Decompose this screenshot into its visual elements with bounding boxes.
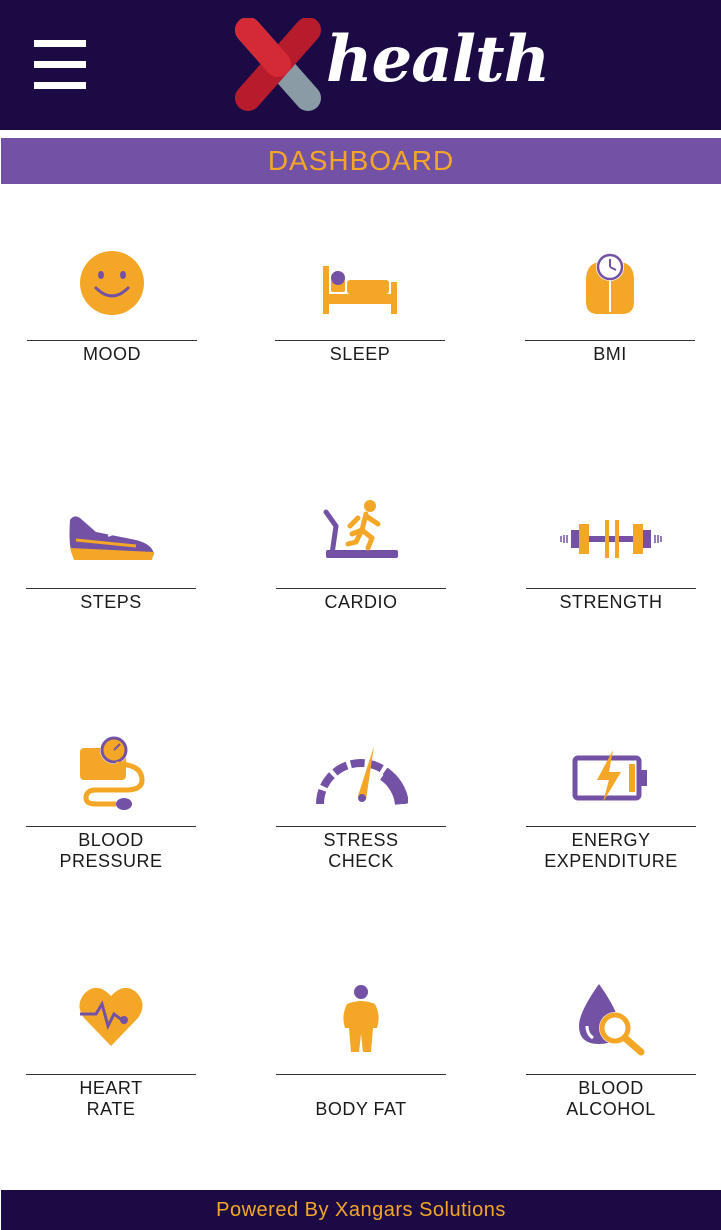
footer-bar: Powered By Xangars Solutions bbox=[1, 1190, 721, 1230]
app-header: health bbox=[0, 0, 721, 130]
tile-label: STEPS bbox=[80, 592, 142, 612]
logo-wordmark: health bbox=[326, 22, 550, 97]
hamburger-menu-icon[interactable] bbox=[34, 40, 86, 90]
tile-label: BODY FAT bbox=[315, 1099, 407, 1119]
sneaker-icon bbox=[69, 516, 154, 560]
tile-label: BLOOD ALCOHOL bbox=[566, 1078, 656, 1119]
battery-bolt-icon bbox=[572, 750, 647, 802]
tile-label: SLEEP bbox=[329, 344, 391, 364]
tile-bmi[interactable]: BMI bbox=[525, 240, 695, 370]
tile-label: MOOD bbox=[83, 344, 141, 364]
app-logo: health bbox=[230, 18, 550, 114]
tile-energy-expenditure[interactable]: ENERGY EXPENDITURE bbox=[526, 726, 696, 876]
bed-icon bbox=[323, 266, 397, 314]
tile-blood-alcohol[interactable]: BLOOD ALCOHOL bbox=[526, 974, 696, 1124]
blood-pressure-cuff-icon bbox=[80, 736, 145, 810]
page-title: DASHBOARD bbox=[267, 145, 455, 176]
body-figure-icon bbox=[343, 985, 379, 1052]
tile-heart-rate[interactable]: HEART RATE bbox=[26, 974, 196, 1124]
tile-label: HEART RATE bbox=[79, 1078, 143, 1119]
treadmill-icon bbox=[323, 500, 398, 558]
tile-blood-pressure[interactable]: BLOOD PRESSURE bbox=[26, 726, 196, 876]
x-cross-logo bbox=[235, 18, 321, 111]
tile-steps[interactable]: STEPS bbox=[26, 488, 196, 618]
footer-credit: Powered By Xangars Solutions bbox=[216, 1198, 506, 1221]
tile-label: ENERGY EXPENDITURE bbox=[544, 830, 678, 871]
dashboard-title-bar: DASHBOARD bbox=[1, 138, 721, 184]
tile-stress-check[interactable]: STRESS CHECK bbox=[276, 726, 446, 876]
tile-label: STRESS CHECK bbox=[323, 830, 399, 871]
weight-scale-icon bbox=[586, 253, 634, 314]
tile-strength[interactable]: STRENGTH bbox=[526, 488, 696, 618]
smiley-face-icon bbox=[80, 251, 144, 315]
tile-body-fat[interactable]: BODY FAT bbox=[276, 974, 446, 1124]
dumbbell-icon bbox=[560, 520, 662, 558]
blood-drop-magnifier-icon bbox=[579, 984, 645, 1056]
tile-cardio[interactable]: CARDIO bbox=[276, 488, 446, 618]
tile-label: BMI bbox=[593, 344, 627, 364]
tile-label: BLOOD PRESSURE bbox=[59, 830, 163, 871]
heart-pulse-icon bbox=[79, 987, 143, 1046]
tile-mood[interactable]: MOOD bbox=[27, 240, 197, 370]
tile-label: CARDIO bbox=[324, 592, 398, 612]
tile-sleep[interactable]: SLEEP bbox=[275, 240, 445, 370]
tile-label: STRENGTH bbox=[559, 592, 663, 612]
speedometer-icon bbox=[316, 746, 408, 806]
